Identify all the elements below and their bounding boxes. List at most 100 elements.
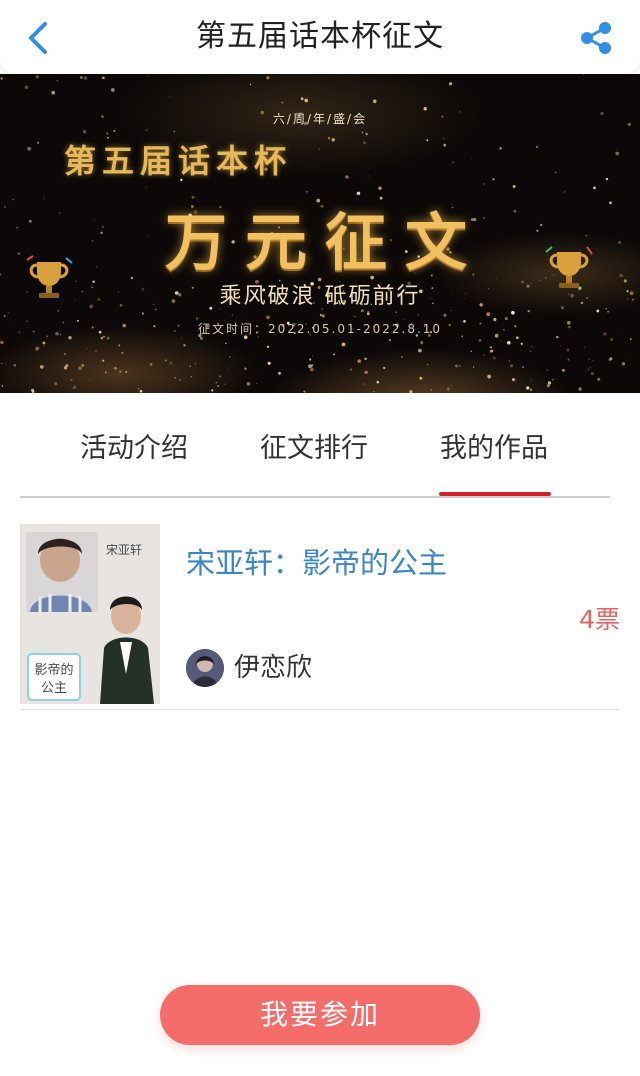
trophy-icon xyxy=(545,246,593,288)
sparkle-dot xyxy=(535,145,539,149)
sparkle-dot xyxy=(531,345,533,348)
banner-date-range: 征文时间：2022.05.01-2022.8.10 xyxy=(197,322,443,336)
sparkle-dot xyxy=(383,366,386,370)
sparkle-dot xyxy=(94,349,98,353)
join-button[interactable]: 我要参加 xyxy=(160,985,480,1045)
sparkle-dot xyxy=(471,158,473,160)
sparkle-dot xyxy=(530,350,532,352)
sparkle-dot xyxy=(178,378,182,382)
sparkle-dot xyxy=(629,338,632,340)
sparkle-dot xyxy=(608,358,611,362)
sparkle-dot xyxy=(552,378,554,381)
sparkle-dot xyxy=(173,130,176,133)
sparkle-dot xyxy=(443,143,447,147)
sparkle-dot xyxy=(587,368,589,370)
sparkle-dot xyxy=(35,346,40,351)
sparkle-dot xyxy=(149,362,153,366)
sparkle-dot xyxy=(578,387,582,391)
sparkle-dot xyxy=(24,85,29,90)
sparkle-dot xyxy=(452,161,454,163)
sparkle-dot xyxy=(512,185,516,188)
sparkle-dot xyxy=(597,377,601,381)
sparkle-dot xyxy=(312,355,314,357)
sparkle-dot xyxy=(490,346,492,349)
sparkle-dot xyxy=(42,341,46,345)
sparkle-dot xyxy=(249,83,252,86)
sparkle-dot xyxy=(605,177,609,181)
sparkle-dot xyxy=(211,389,214,392)
sparkle-dot xyxy=(482,183,485,185)
sparkle-dot xyxy=(521,365,525,369)
sparkle-dot xyxy=(11,392,12,393)
sparkle-dot xyxy=(229,355,231,358)
sparkle-dot xyxy=(100,336,104,340)
sparkle-dot xyxy=(244,367,247,370)
sparkle-dot xyxy=(364,357,367,361)
share-button[interactable] xyxy=(576,18,616,58)
sparkle-dot xyxy=(56,79,59,82)
work-title[interactable]: 宋亚轩：影帝的公主 xyxy=(186,540,466,586)
sparkle-dot xyxy=(189,365,191,367)
sparkle-dot xyxy=(417,313,420,316)
sparkle-dot xyxy=(511,310,515,315)
sparkle-dot xyxy=(174,376,176,379)
sparkle-dot xyxy=(1,362,3,365)
sparkle-dot xyxy=(70,378,73,381)
sparkle-dot xyxy=(560,345,562,347)
work-list-item[interactable]: 影帝的 公主 宋亚轩 宋亚轩：影帝的公主 伊恋欣 4票 xyxy=(20,514,620,710)
sparkle-dot xyxy=(137,388,140,390)
sparkle-dot xyxy=(113,367,115,369)
sparkle-dot xyxy=(420,341,424,345)
sparkle-dot xyxy=(584,346,586,348)
sparkle-dot xyxy=(333,353,335,356)
sparkle-dot xyxy=(419,376,423,380)
sparkle-dot xyxy=(82,129,87,134)
sparkle-dot xyxy=(443,313,447,317)
sparkle-dot xyxy=(615,151,620,156)
sparkle-dot xyxy=(470,350,472,352)
sparkle-dot xyxy=(89,379,91,381)
sparkle-dot xyxy=(547,381,552,385)
sparkle-dot xyxy=(51,90,56,95)
sparkle-dot xyxy=(0,77,3,80)
sparkle-dot xyxy=(341,342,346,347)
sparkle-dot xyxy=(546,384,550,388)
sparkle-dot xyxy=(350,368,353,371)
sparkle-dot xyxy=(378,186,382,190)
sparkle-dot xyxy=(231,314,233,316)
sparkle-dot xyxy=(492,178,495,181)
tab-ranking[interactable]: 征文排行 xyxy=(256,429,372,469)
author-avatar xyxy=(186,649,224,687)
sparkle-dot xyxy=(102,76,105,80)
page-title: 第五届话本杯征文 xyxy=(196,19,444,54)
back-button[interactable] xyxy=(18,18,58,58)
sparkle-dot xyxy=(169,361,173,365)
sparkle-dot xyxy=(194,362,197,365)
sparkle-dot xyxy=(418,348,422,353)
page: 第五届话本杯征文 六/周/年/盛/会 第五届话本杯 万元征文 乘风破浪 砥砺前行… xyxy=(0,0,640,1076)
sparkle-dot xyxy=(610,338,613,341)
sparkle-dot xyxy=(458,364,461,367)
sparkle-dot xyxy=(27,146,32,151)
sparkle-dot xyxy=(455,364,458,368)
sparkle-dot xyxy=(266,315,270,320)
tab-my-works[interactable]: 我的作品 xyxy=(436,429,552,469)
sparkle-dot xyxy=(281,101,284,104)
sparkle-dot xyxy=(331,138,335,142)
sparkle-dot xyxy=(365,132,368,136)
tab-activity-intro[interactable]: 活动介绍 xyxy=(76,429,192,469)
sparkle-dot xyxy=(190,376,192,378)
sparkle-dot xyxy=(451,385,453,387)
sparkle-dot xyxy=(119,370,122,373)
banner-contest-name: 第五届话本杯 xyxy=(64,142,293,180)
sparkle-dot xyxy=(363,141,366,145)
sparkle-dot xyxy=(511,378,516,382)
sparkle-dot xyxy=(426,139,429,142)
active-tab-indicator xyxy=(439,492,551,496)
sparkle-dot xyxy=(546,369,549,372)
sparkle-dot xyxy=(582,74,584,75)
sparkle-dot xyxy=(300,97,304,101)
sparkle-dot xyxy=(169,96,171,98)
sparkle-dot xyxy=(309,367,314,372)
svg-text:影帝的: 影帝的 xyxy=(34,662,73,678)
